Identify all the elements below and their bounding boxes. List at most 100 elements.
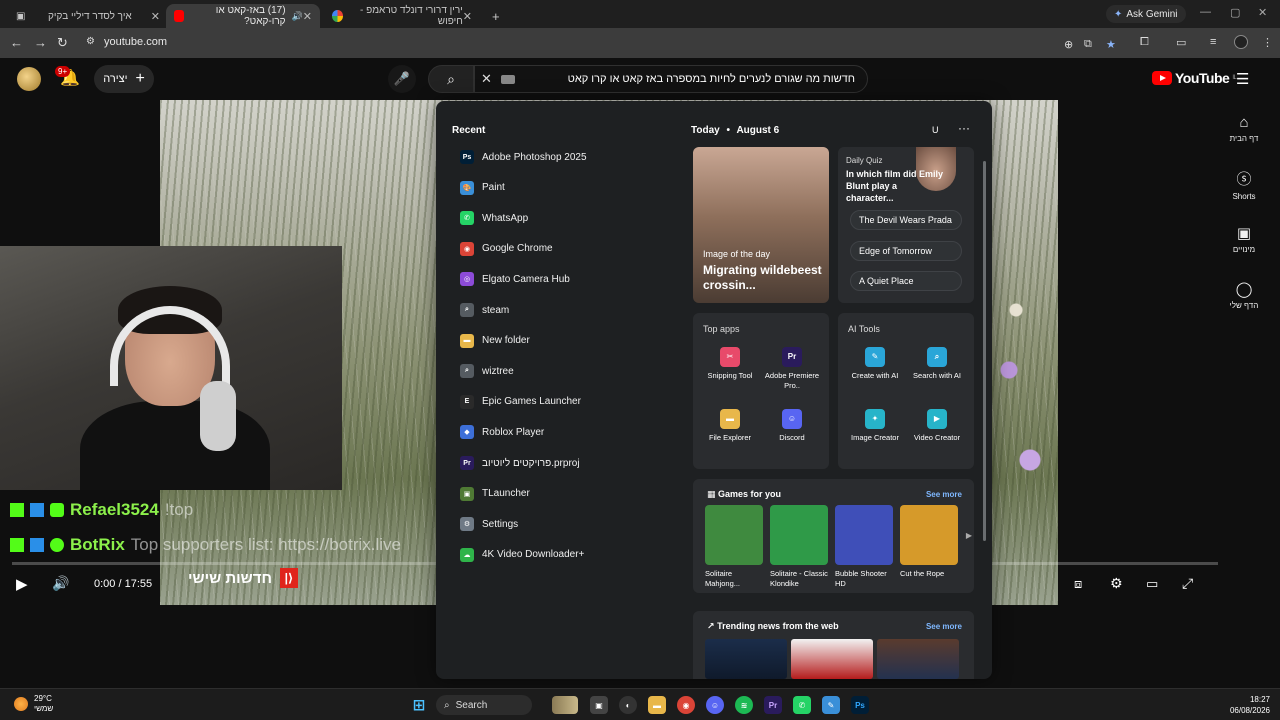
obs-icon[interactable]: ◐ [619,696,637,714]
zoom-icon[interactable]: ⊕ [1064,38,1073,51]
whatsapp-icon[interactable]: ✆ [793,696,811,714]
search-button[interactable]: ⌕ [428,65,474,93]
recent-app-item[interactable]: E Epic Games Launcher [460,393,581,411]
settings-gear-icon[interactable]: ⚙ [1110,575,1123,592]
site-info-icon[interactable]: ⚙ [86,36,95,47]
system-clock[interactable]: 18:27 06/08/2026 [1220,694,1270,716]
ask-gemini-button[interactable]: ✦ Ask Gemini [1106,5,1186,23]
app-tile[interactable]: ⌕ Search with AI [906,347,968,381]
start-menu-scrollbar[interactable] [983,161,986,541]
photoshop-icon[interactable]: Ps [851,696,869,714]
guide-item-shorts[interactable]: ⓢ Shorts [1222,168,1266,201]
app-tile[interactable]: Pr Adobe Premiere Pro.. [761,347,823,391]
chrome-icon[interactable]: ◉ [677,696,695,714]
guide-item-subscriptions[interactable]: ▣ מינויים [1222,224,1266,254]
image-of-the-day-card[interactable]: Image of the day Migrating wildebeest cr… [693,147,829,303]
guide-menu-icon[interactable]: ☰ [1236,70,1249,88]
search-input[interactable]: ✕ חדשות מה שגורם לנערים לחיות במספרה באז… [474,65,868,93]
side-panel-icon[interactable]: ▭ [1176,36,1186,49]
close-tab-icon[interactable]: ✕ [463,10,472,23]
news-thumbnail[interactable] [705,639,787,679]
recent-app-item[interactable]: ▣ TLauncher [460,485,530,503]
recent-app-item[interactable]: ◎ Elgato Camera Hub [460,270,570,288]
recent-app-item[interactable]: ⚙ Settings [460,515,518,533]
bookmark-star-icon[interactable]: ★ [1106,38,1116,51]
file-explorer-icon[interactable]: ▬ [648,696,666,714]
app-tile[interactable]: ✎ Create with AI [844,347,906,381]
new-tab-button[interactable]: + [484,4,508,28]
theater-mode-icon[interactable]: ▭ [1146,576,1158,592]
recent-app-item[interactable]: ⌕ wiztree [460,362,514,380]
taskbar-search-box[interactable]: ⌕ Search [436,695,532,715]
app-tile[interactable]: ☺ Discord [761,409,823,443]
maximize-icon[interactable]: ▢ [1230,6,1240,19]
forward-icon[interactable]: → [34,35,47,50]
paint-icon[interactable]: ✎ [822,696,840,714]
weather-widget[interactable]: 29°C שמשי [14,694,53,714]
recent-app-item[interactable]: ▬ New folder [460,332,530,350]
youtube-logo[interactable]: YouTube IL [1152,70,1237,86]
browser-tab[interactable]: איך לסדר דיליי בקיק ✕ [40,4,168,28]
voice-search-icon[interactable]: 🎤 [388,65,416,93]
quiz-option[interactable]: The Devil Wears Prada [850,210,962,230]
speaker-icon[interactable]: 🔊 [292,11,303,22]
guide-item-you[interactable]: ◯ הדף שלי [1222,280,1266,310]
app-tile[interactable]: ▬ File Explorer [699,409,761,443]
recent-app-item[interactable]: ◆ Roblox Player [460,423,544,441]
recent-app-item[interactable]: ⌕ steam [460,301,509,319]
news-thumbnail[interactable] [877,639,959,679]
news-see-more-link[interactable]: See more [926,622,962,631]
back-icon[interactable]: ← [10,35,23,50]
spotify-icon[interactable]: ≋ [735,696,753,714]
guide-item-home[interactable]: ⌂ דף הבית [1222,114,1266,143]
news-thumbnail[interactable] [791,639,873,679]
app-tile[interactable]: ✂ Snipping Tool [699,347,761,381]
install-app-icon[interactable]: ⧉ [1084,38,1092,51]
profile-avatar[interactable] [1234,35,1248,49]
game-item[interactable]: Cut the Rope [900,505,958,579]
discord-icon[interactable]: ☺ [706,696,724,714]
volume-icon[interactable]: 🔊 [52,575,69,592]
recent-app-item[interactable]: 🎨 Paint [460,179,505,197]
fullscreen-icon[interactable]: ⤢ [1182,575,1193,592]
browser-menu-icon[interactable]: ⋮ [1262,36,1273,49]
more-options-icon[interactable]: ··· [958,121,970,135]
recent-app-item[interactable]: ◉ Google Chrome [460,240,553,258]
browser-tab[interactable]: ירין דרורי דונלד טראמפ - חיפוש ✕ [324,4,480,28]
close-tab-icon[interactable]: ✕ [303,10,312,23]
game-item[interactable]: Solitaire Mahjong... [705,505,763,589]
clear-search-icon[interactable]: ✕ [481,71,492,87]
subtitles-icon[interactable]: ⧈ [1074,576,1082,592]
scroll-right-icon[interactable]: ▶ [966,531,972,540]
app-tile[interactable]: ▶ Video Creator [906,409,968,443]
user-initial-badge[interactable]: U [932,125,939,135]
omnibox[interactable]: ⚙ youtube.com ⊕ ⧉ ★ [80,32,1260,54]
close-window-icon[interactable]: ✕ [1258,6,1267,19]
recent-app-item[interactable]: Pr פרויקטים ליוטיוב.prproj [460,454,580,472]
premiere-icon[interactable]: Pr [764,696,782,714]
play-icon[interactable]: ▶ [16,575,28,593]
reading-list-icon[interactable]: ≡ [1210,36,1216,48]
browser-tab-active[interactable]: (17) באז-קאט או קרו-קאט? 🔊 ✕ [166,4,320,28]
search-highlight-icon[interactable] [552,696,578,714]
game-item[interactable]: Solitaire - Classic Klondike [770,505,828,589]
minimize-icon[interactable]: — [1200,6,1211,18]
account-avatar[interactable] [17,67,41,91]
app-tile[interactable]: ✦ Image Creator [844,409,906,443]
quiz-option[interactable]: Edge of Tomorrow [850,241,962,261]
keyboard-icon[interactable] [501,75,515,84]
tab-list-icon[interactable]: ▣ [8,4,33,28]
recent-app-item[interactable]: ✆ WhatsApp [460,209,528,227]
games-see-more-link[interactable]: See more [926,490,962,499]
reload-icon[interactable]: ↻ [57,35,68,51]
url-text[interactable]: youtube.com [104,36,167,48]
task-view-icon[interactable]: ▣ [590,696,608,714]
extensions-icon[interactable]: ⧠ [1140,36,1149,49]
game-item[interactable]: Bubble Shooter HD [835,505,893,589]
quiz-option[interactable]: A Quiet Place [850,271,962,291]
create-button[interactable]: יצירה + [94,65,154,93]
recent-app-item[interactable]: ☁ 4K Video Downloader+ [460,546,584,564]
close-tab-icon[interactable]: ✕ [151,10,160,23]
recent-app-item[interactable]: Ps Adobe Photoshop 2025 [460,148,587,166]
windows-start-icon[interactable]: ⊞ [410,696,428,714]
